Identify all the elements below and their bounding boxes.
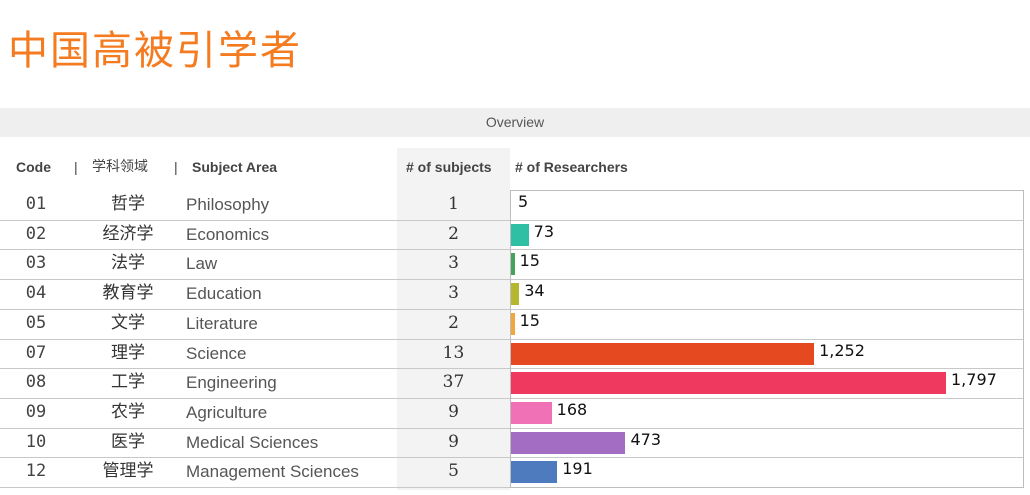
cell-code: 07 xyxy=(25,342,47,363)
cell-subject-en: Agriculture xyxy=(186,402,268,422)
page-title: 中国高被引学者 xyxy=(8,28,302,74)
cell-subject-cn: 管理学 xyxy=(102,461,154,482)
cell-subject-cn: 理学 xyxy=(111,342,145,363)
header-num-subjects[interactable]: # of subjects xyxy=(406,156,492,178)
cell-subject-cn: 教育学 xyxy=(102,283,154,304)
cell-code: 02 xyxy=(25,223,47,244)
cell-code: 08 xyxy=(25,372,47,393)
cell-subject-en: Engineering xyxy=(186,373,277,393)
cell-code: 03 xyxy=(25,253,47,274)
cell-subject-en: Law xyxy=(186,254,218,274)
overview-label: Overview xyxy=(485,114,545,130)
cell-num-subjects: 37 xyxy=(442,372,465,393)
cell-subject-en: Literature xyxy=(186,313,258,333)
cell-num-subjects: 3 xyxy=(448,253,459,274)
cell-num-subjects: 3 xyxy=(448,283,459,304)
header-subject-en[interactable]: Subject Area xyxy=(192,156,277,178)
cell-num-subjects: 2 xyxy=(448,312,459,333)
cell-subject-cn: 工学 xyxy=(111,372,145,393)
cell-subject-en: Science xyxy=(186,343,247,363)
cell-code: 04 xyxy=(25,283,47,304)
cell-subject-en: Management Sciences xyxy=(186,462,359,482)
header-code[interactable]: Code xyxy=(16,156,51,178)
cell-subject-en: Education xyxy=(186,284,262,304)
cell-subject-en: Philosophy xyxy=(186,195,270,214)
cell-num-subjects: 9 xyxy=(448,401,459,422)
cell-num-subjects: 13 xyxy=(442,342,465,363)
cell-code: 05 xyxy=(25,312,47,333)
header-separator: | xyxy=(74,159,78,175)
cell-num-subjects: 9 xyxy=(448,431,459,452)
cell-code: 09 xyxy=(25,401,47,422)
cell-subject-cn: 农学 xyxy=(111,401,145,422)
cell-subject-cn: 经济学 xyxy=(102,223,154,244)
cell-num-subjects: 1 xyxy=(448,194,459,214)
cell-subject-en: Economics xyxy=(186,224,270,244)
cell-code: 01 xyxy=(25,194,47,214)
cell-subject-cn: 法学 xyxy=(111,253,145,274)
cell-subject-en: Medical Sciences xyxy=(186,432,319,452)
cell-num-subjects: 5 xyxy=(448,461,459,482)
cell-subject-cn: 哲学 xyxy=(111,194,145,214)
header-separator: | xyxy=(174,159,178,175)
cell-code: 10 xyxy=(25,431,47,452)
chart-frame xyxy=(510,190,1024,488)
cell-code: 12 xyxy=(25,461,47,482)
cell-subject-cn: 文学 xyxy=(111,312,145,333)
cell-subject-cn: 医学 xyxy=(111,431,145,452)
cell-num-subjects: 2 xyxy=(448,223,459,244)
header-subject-cn[interactable]: 学科领域 xyxy=(92,156,148,178)
header-num-researchers[interactable]: # of Researchers xyxy=(515,156,628,178)
